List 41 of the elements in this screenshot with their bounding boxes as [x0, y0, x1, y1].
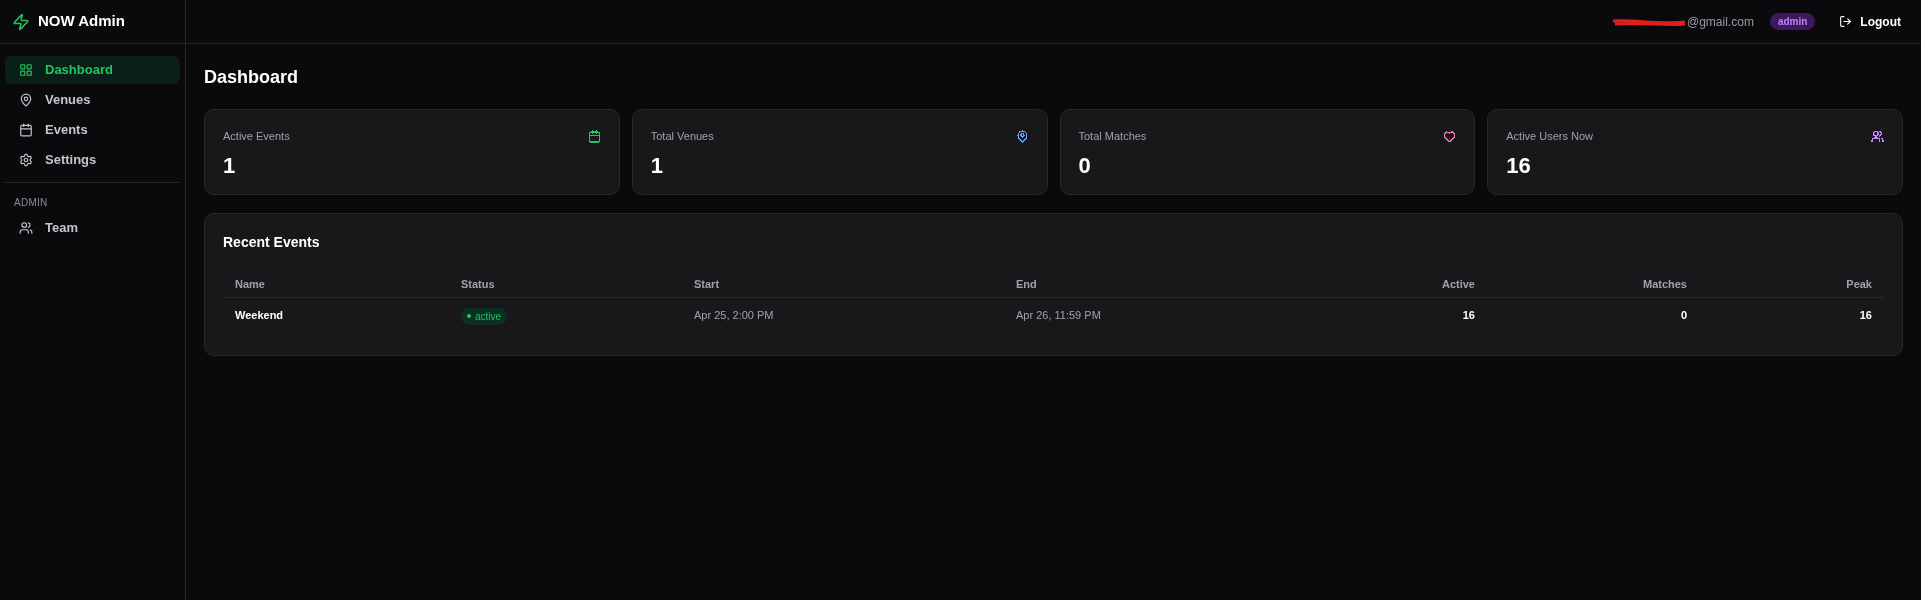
stat-value: 16: [1506, 151, 1532, 180]
table-cell: Weekend: [223, 297, 449, 333]
status-tag: active: [461, 307, 508, 325]
grid-icon: [19, 63, 33, 77]
sidebar-item[interactable]: Team: [5, 214, 180, 242]
sidebar-item[interactable]: Dashboard: [5, 56, 180, 84]
card-title: Recent Events: [223, 233, 321, 252]
stat-value: 1: [223, 151, 237, 180]
logout-button[interactable]: Logout: [1839, 12, 1901, 31]
stat-label: Total Matches: [1078, 129, 1147, 144]
pin-icon: [19, 93, 33, 107]
column-header: Status: [449, 271, 682, 297]
stat-label: Total Venues: [650, 129, 714, 144]
stat-value: 0: [1078, 151, 1092, 180]
table-cell: 0: [1487, 297, 1699, 333]
logout-icon: [1839, 15, 1853, 28]
gear-icon: [19, 153, 33, 167]
table-cell: Apr 25, 2:00 PM: [682, 297, 1004, 333]
table-cell: 16: [1304, 297, 1487, 333]
column-header: Name: [223, 271, 449, 297]
stat-value: 1: [650, 151, 664, 180]
section-label: ADMIN: [13, 196, 49, 210]
lightning-icon: [12, 12, 30, 31]
column-header: Start: [682, 271, 1004, 297]
brand-title: NOW Admin: [38, 11, 125, 32]
page-title: Dashboard: [204, 66, 300, 89]
sidebar-item[interactable]: Events: [5, 116, 180, 144]
column-header: Matches: [1487, 271, 1699, 297]
calendar-icon: [19, 123, 33, 137]
users-icon: [19, 221, 33, 235]
stat-label: Active Events: [223, 129, 290, 144]
column-header: Peak: [1699, 271, 1884, 297]
column-header: End: [1004, 271, 1304, 297]
stat-label: Active Users Now: [1506, 129, 1594, 144]
table-cell: 16: [1699, 297, 1884, 333]
sidebar-item[interactable]: Settings: [5, 146, 180, 174]
column-header: Active: [1304, 271, 1487, 297]
user-email: @gmail.com: [1687, 13, 1754, 31]
table-cell: Apr 26, 11:59 PM: [1004, 297, 1304, 333]
role-tag: admin: [1769, 13, 1816, 30]
sidebar-item[interactable]: Venues: [5, 86, 180, 114]
